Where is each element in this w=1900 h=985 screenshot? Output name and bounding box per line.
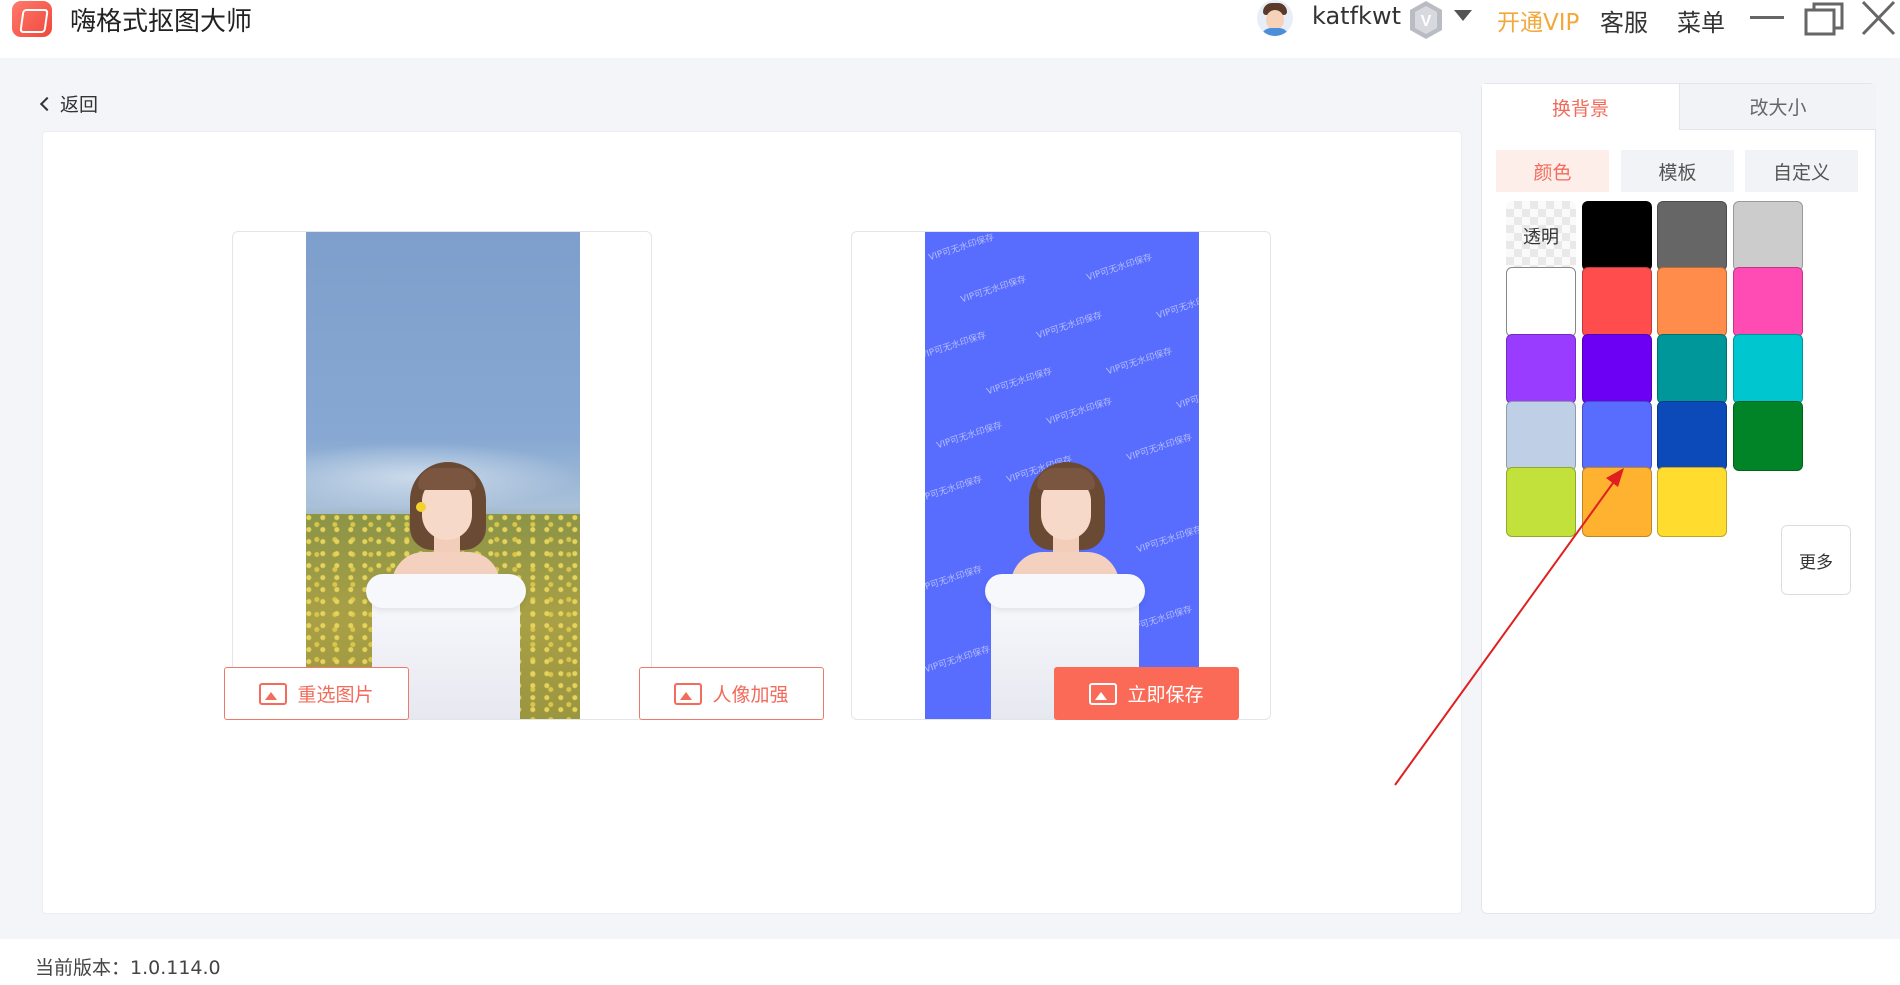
watermark-text: VIP可无水印保存 [1155, 290, 1199, 322]
color-swatch[interactable] [1657, 401, 1727, 471]
color-swatch[interactable] [1506, 334, 1576, 404]
chevron-left-icon [39, 96, 55, 111]
color-swatch[interactable] [1657, 467, 1727, 537]
color-swatch[interactable] [1582, 334, 1652, 404]
enhance-label: 人像加强 [712, 684, 789, 706]
svg-text:V: V [1421, 13, 1432, 30]
portrait-icon [674, 682, 703, 705]
chevron-down-icon[interactable] [1454, 10, 1472, 21]
color-swatch[interactable] [1506, 267, 1576, 337]
subtab-custom[interactable]: 自定义 [1745, 150, 1858, 192]
color-swatch[interactable] [1657, 334, 1727, 404]
reselect-image-button[interactable]: 重选图片 [224, 667, 409, 720]
subtab-color[interactable]: 颜色 [1496, 150, 1609, 192]
more-colors-button[interactable]: 更多 [1781, 525, 1851, 595]
minimize-icon[interactable] [1750, 16, 1784, 19]
footer-bar [0, 939, 1900, 985]
watermark-text: VIP可无水印保存 [985, 366, 1054, 398]
watermark-text: VIP可无水印保存 [925, 644, 992, 676]
back-label: 返回 [60, 94, 99, 116]
image-icon [259, 682, 288, 705]
color-swatch[interactable] [1733, 267, 1803, 337]
result-image-preview: VIP可无水印保存 VIP可无水印保存 VIP可无水印保存 VIP可无水印保存 … [851, 231, 1271, 720]
watermark-text: VIP可无水印保存 [959, 274, 1028, 306]
result-photo: VIP可无水印保存 VIP可无水印保存 VIP可无水印保存 VIP可无水印保存 … [925, 232, 1199, 719]
customer-service-link[interactable]: 客服 [1600, 3, 1648, 38]
maximize-icon[interactable] [1804, 2, 1844, 36]
color-swatch[interactable] [1733, 201, 1803, 271]
color-swatch[interactable] [1657, 267, 1727, 337]
more-label: 更多 [1799, 552, 1833, 573]
watermark-text: VIP可无水印保存 [1045, 396, 1114, 428]
color-swatch[interactable] [1506, 401, 1576, 471]
open-vip-link[interactable]: 开通VIP [1497, 3, 1579, 37]
save-image-icon [1089, 682, 1118, 705]
original-photo [306, 232, 580, 719]
watermark-text: VIP可无水印保存 [927, 232, 996, 264]
color-swatch[interactable] [1657, 201, 1727, 271]
subtab-template[interactable]: 模板 [1621, 150, 1734, 192]
version-label: 当前版本：1.0.114.0 [35, 957, 221, 979]
watermark-text: VIP可无水印保存 [1125, 432, 1194, 464]
portrait-enhance-button[interactable]: 人像加强 [639, 667, 824, 720]
color-swatch[interactable] [1733, 401, 1803, 471]
save-label: 立即保存 [1127, 684, 1204, 706]
vip-shield-icon[interactable]: V [1408, 0, 1444, 40]
tab-resize[interactable]: 改大小 [1679, 84, 1876, 130]
watermark-text: VIP可无水印保存 [1175, 380, 1199, 412]
watermark-text: VIP可无水印保存 [1105, 346, 1174, 378]
color-swatch[interactable] [1582, 467, 1652, 537]
watermark-text: VIP可无水印保存 [925, 564, 984, 596]
app-title: 嗨格式抠图大师 [70, 7, 253, 37]
color-swatch[interactable] [1582, 401, 1652, 471]
title-bar: 嗨格式抠图大师 katfkwt V 开通VIP 客服 菜单 [0, 0, 1900, 58]
color-swatch[interactable] [1582, 267, 1652, 337]
close-icon[interactable] [1860, 0, 1896, 36]
tab-change-background[interactable]: 换背景 [1482, 84, 1679, 130]
watermark-text: VIP可无水印保存 [935, 420, 1004, 452]
background-options-panel: 换背景 改大小 颜色 模板 自定义 透明 更多 [1481, 83, 1876, 914]
swatch-transparent[interactable]: 透明 [1506, 201, 1576, 271]
original-image-preview [232, 231, 652, 720]
username[interactable]: katfkwt [1312, 2, 1401, 30]
watermark-text: VIP可无水印保存 [1085, 252, 1154, 284]
user-avatar[interactable] [1257, 0, 1293, 36]
watermark-text: VIP可无水印保存 [925, 330, 988, 362]
main-panel: VIP可无水印保存 VIP可无水印保存 VIP可无水印保存 VIP可无水印保存 … [42, 131, 1462, 914]
save-now-button[interactable]: 立即保存 [1054, 667, 1239, 720]
watermark-text: VIP可无水印保存 [925, 474, 984, 506]
reselect-label: 重选图片 [297, 684, 374, 706]
app-logo-icon [12, 1, 52, 37]
color-swatch[interactable] [1582, 201, 1652, 271]
color-swatch[interactable] [1506, 467, 1576, 537]
back-button[interactable]: 返回 [39, 90, 99, 117]
menu-button[interactable]: 菜单 [1677, 3, 1725, 38]
transparent-label: 透明 [1523, 227, 1559, 248]
watermark-text: VIP可无水印保存 [1035, 310, 1104, 342]
color-swatch[interactable] [1733, 334, 1803, 404]
